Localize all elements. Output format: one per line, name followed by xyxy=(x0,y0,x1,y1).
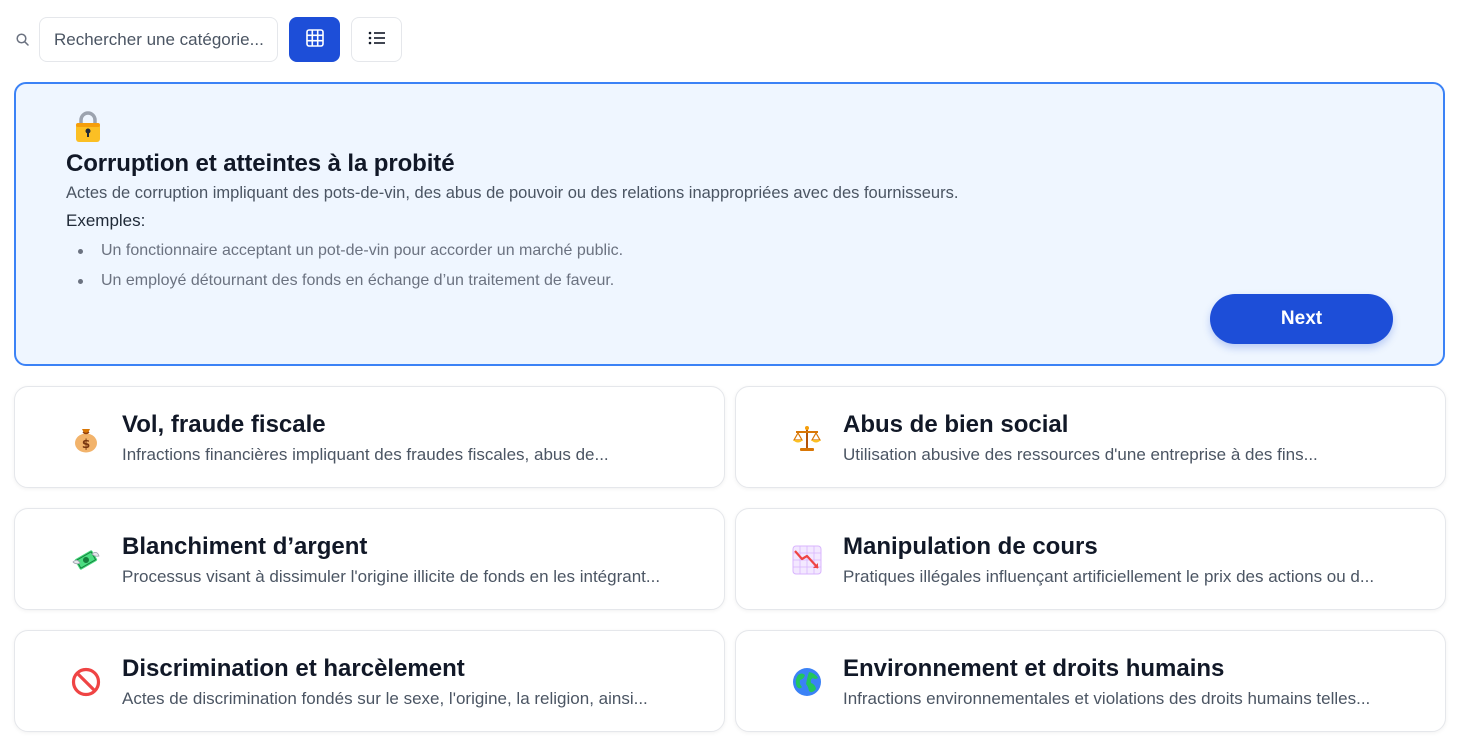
category-card-discrimination-et-harcelement[interactable]: Discrimination et harcèlement Actes de d… xyxy=(14,630,725,732)
next-button[interactable]: Next xyxy=(1210,294,1393,344)
balance-scale-icon xyxy=(791,422,823,454)
svg-text:$: $ xyxy=(82,437,90,451)
category-title: Blanchiment d’argent xyxy=(122,533,368,560)
category-description: Pratiques illégales influençant artifici… xyxy=(843,567,1375,586)
category-description: Actes de discrimination fondés sur le se… xyxy=(122,689,648,708)
featured-title: Corruption et atteintes à la probité xyxy=(66,150,455,177)
featured-description: Actes de corruption impliquant des pots-… xyxy=(66,184,959,202)
category-description: Infractions financières impliquant des f… xyxy=(122,445,609,464)
category-card-environnement-et-droits-humains[interactable]: Environnement et droits humains Infracti… xyxy=(735,630,1446,732)
lock-icon xyxy=(73,110,103,144)
grid-view-button[interactable] xyxy=(289,17,340,62)
toolbar xyxy=(14,17,402,62)
example-item: Un employé détournant des fonds en échan… xyxy=(78,266,623,296)
examples-list: Un fonctionnaire acceptant un pot-de-vin… xyxy=(78,236,623,296)
category-title: Manipulation de cours xyxy=(843,533,1098,560)
search-icon xyxy=(14,32,30,48)
category-card-blanchiment-d-argent[interactable]: Blanchiment d’argent Processus visant à … xyxy=(14,508,725,610)
category-card-vol-fraude-fiscale[interactable]: $ Vol, fraude fiscale Infractions financ… xyxy=(14,386,725,488)
category-title: Discrimination et harcèlement xyxy=(122,655,465,682)
featured-category-card: Corruption et atteintes à la probité Act… xyxy=(14,82,1445,366)
globe-icon xyxy=(791,666,823,698)
category-title: Environnement et droits humains xyxy=(843,655,1225,682)
chart-decreasing-icon xyxy=(791,544,823,576)
category-title: Vol, fraude fiscale xyxy=(122,411,326,438)
list-view-button[interactable] xyxy=(351,17,402,62)
category-description: Processus visant à dissimuler l'origine … xyxy=(122,567,661,586)
category-description: Infractions environnementales et violati… xyxy=(843,689,1371,708)
category-card-abus-de-bien-social[interactable]: Abus de bien social Utilisation abusive … xyxy=(735,386,1446,488)
category-description: Utilisation abusive des ressources d'une… xyxy=(843,445,1318,464)
examples-label: Exemples: xyxy=(66,211,146,230)
category-card-manipulation-de-cours[interactable]: Manipulation de cours Pratiques illégale… xyxy=(735,508,1446,610)
search-input[interactable] xyxy=(39,17,278,62)
money-bag-icon: $ xyxy=(70,422,102,454)
money-with-wings-icon xyxy=(70,544,102,576)
list-icon xyxy=(368,31,386,48)
prohibited-icon xyxy=(70,666,102,698)
grid-icon xyxy=(305,29,324,50)
example-item: Un fonctionnaire acceptant un pot-de-vin… xyxy=(78,236,623,266)
category-title: Abus de bien social xyxy=(843,411,1069,438)
